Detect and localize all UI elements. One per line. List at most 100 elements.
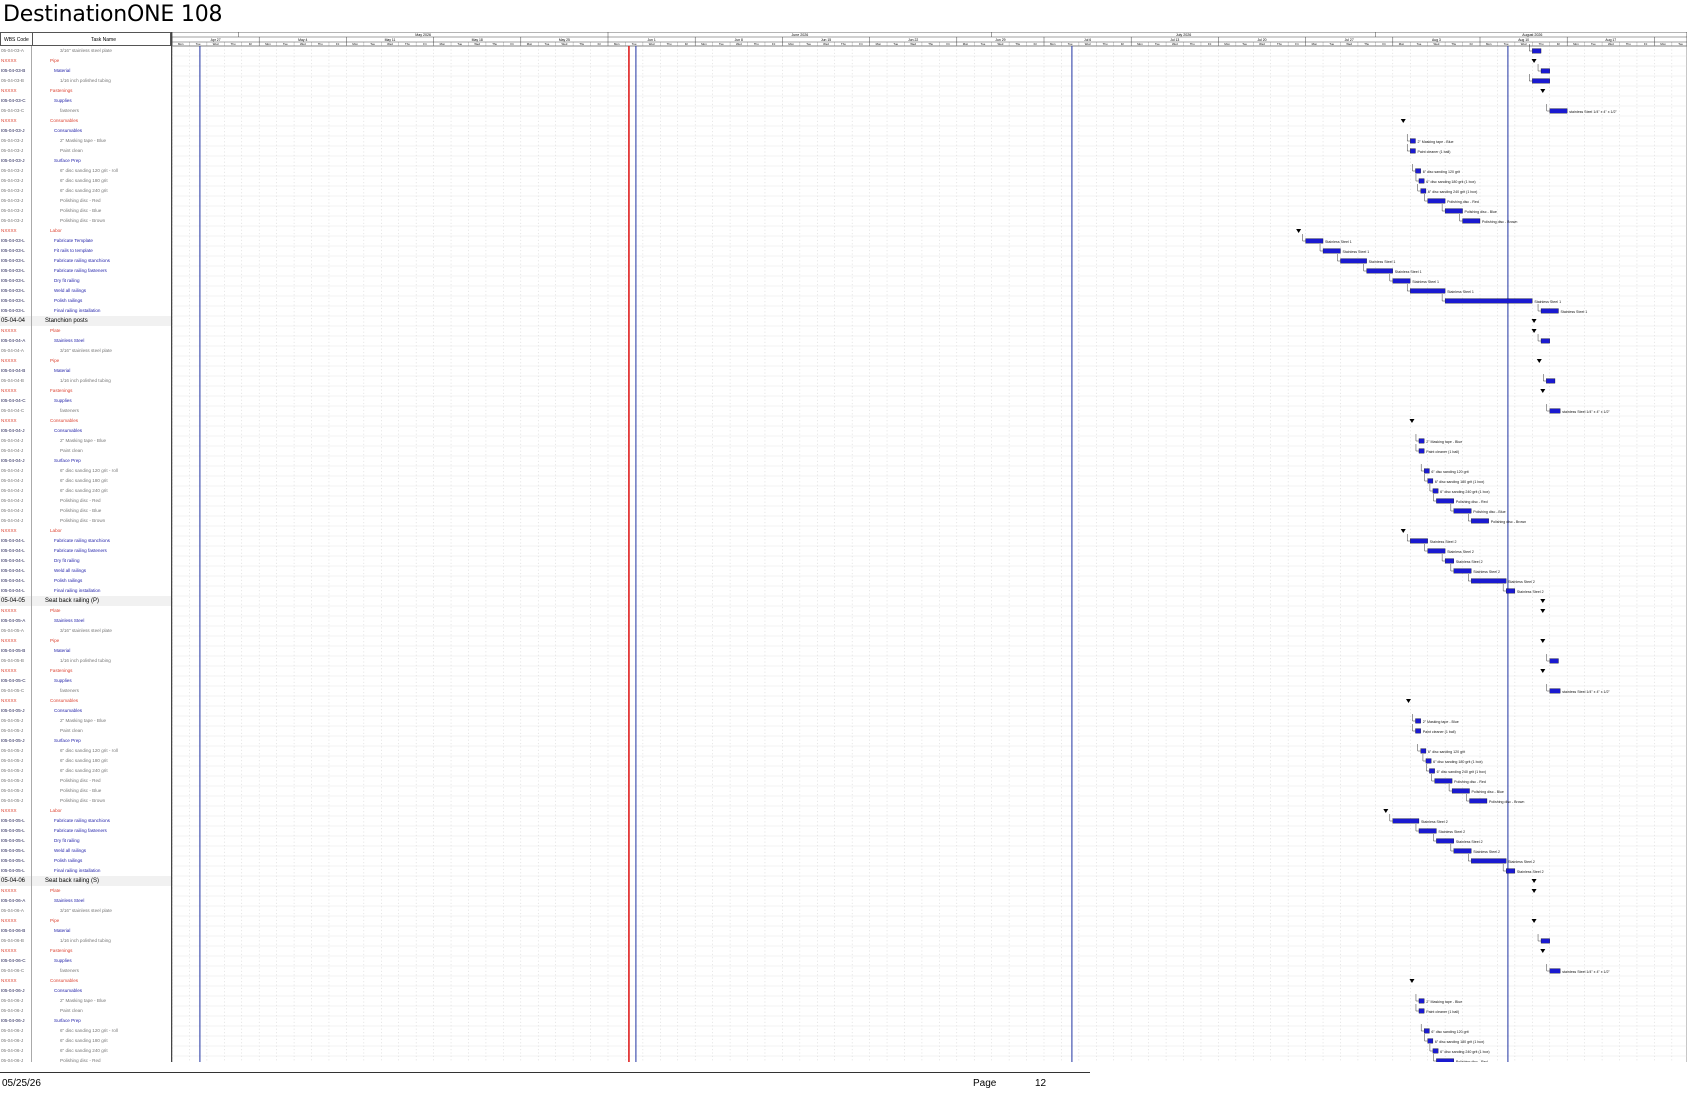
task-row[interactable]: I05-04-06-A Stainless Steel	[0, 896, 171, 906]
task-row[interactable]: NXXXX Plate	[0, 886, 171, 896]
task-row[interactable]: NXXXX Plate	[0, 606, 171, 616]
task-row[interactable]: 05-04-03-J 6" disc sanding 240 grit	[0, 186, 171, 196]
task-row[interactable]: 05-04-04-C fasteners	[0, 406, 171, 416]
task-row[interactable]: I05-04-04-J Consumables	[0, 426, 171, 436]
task-row[interactable]: 05-04-05-J 6" disc sanding 240 grit	[0, 766, 171, 776]
task-row[interactable]: 05-04-03-J Polishing disc - Red	[0, 196, 171, 206]
task-row[interactable]: 05-04-06-J 6" disc sanding 240 grit	[0, 1046, 171, 1056]
task-row[interactable]: NXXXX Fastenings	[0, 946, 171, 956]
task-row[interactable]: I05-04-04-L Final railing installation	[0, 586, 171, 596]
task-row[interactable]: 05-04-04-A 3/16" stainless steel plate	[0, 346, 171, 356]
task-row[interactable]: 05-04-03-J 6" disc sanding 180 grit	[0, 176, 171, 186]
task-row[interactable]: I05-04-05-J Surface Prep	[0, 736, 171, 746]
task-row[interactable]: 05-04-03-J Paint clean	[0, 146, 171, 156]
task-row[interactable]: NXXXX Pipe	[0, 56, 171, 66]
task-row[interactable]: I05-04-03-C Supplies	[0, 96, 171, 106]
task-row[interactable]: I05-04-03-L Final railing installation	[0, 306, 171, 316]
task-row[interactable]: I05-04-03-L Fit rails to template	[0, 246, 171, 256]
task-row[interactable]: I05-04-03-L Fabricate railing fasteners	[0, 266, 171, 276]
task-row[interactable]: 05-04-04-J 6" disc sanding 180 grit	[0, 476, 171, 486]
task-row[interactable]: 05-04-04-J 6" disc sanding 240 grit	[0, 486, 171, 496]
task-row[interactable]: NXXXX Consumables	[0, 976, 171, 986]
task-row[interactable]: 05-04-06-J Polishing disc - Red	[0, 1056, 171, 1066]
task-row[interactable]: I05-04-03-B Material	[0, 66, 171, 76]
task-row[interactable]: I05-04-04-L Polish railings	[0, 576, 171, 586]
task-row[interactable]: I05-04-03-J Surface Prep	[0, 156, 171, 166]
task-row[interactable]: I05-04-04-L Fabricate railing stanchions	[0, 536, 171, 546]
task-row[interactable]: 05-04-03-C fasteners	[0, 106, 171, 116]
task-row[interactable]: NXXXX Pipe	[0, 916, 171, 926]
task-row[interactable]: 05-04-05-J Polishing disc - Brown	[0, 796, 171, 806]
task-row[interactable]: I05-04-03-J Consumables	[0, 126, 171, 136]
task-row[interactable]: I05-04-03-L Dry fit railing	[0, 276, 171, 286]
task-row[interactable]: 05-04-06-C fasteners	[0, 966, 171, 976]
task-row[interactable]: I05-04-05-L Fabricate railing stanchions	[0, 816, 171, 826]
task-row[interactable]: I05-04-05-C Supplies	[0, 676, 171, 686]
task-row[interactable]: I05-04-05-L Final railing installation	[0, 866, 171, 876]
task-row[interactable]: 05-04-05-J 2" Masking tape - Blue	[0, 716, 171, 726]
task-row[interactable]: 05-04-05-J 6" disc sanding 180 grit	[0, 756, 171, 766]
task-row[interactable]: NXXXX Fastenings	[0, 666, 171, 676]
task-row[interactable]: I05-04-06-B Material	[0, 926, 171, 936]
task-row[interactable]: I05-04-05-L Fabricate railing fasteners	[0, 826, 171, 836]
task-row[interactable]: 05-04-03-B 1/16 inch polished tubing	[0, 76, 171, 86]
task-row[interactable]: I05-04-03-L Polish railings	[0, 296, 171, 306]
task-row[interactable]: NXXXX Labor	[0, 806, 171, 816]
task-row[interactable]: I05-04-05-J Consumables	[0, 706, 171, 716]
task-row[interactable]: 05-04-03-J Polishing disc - Brown	[0, 216, 171, 226]
task-row[interactable]: 05-04-04-B 1/16 inch polished tubing	[0, 376, 171, 386]
task-row[interactable]: 05-04-04-J Polishing disc - Red	[0, 496, 171, 506]
task-row[interactable]: I05-04-03-L Fabricate railing stanchions	[0, 256, 171, 266]
task-row[interactable]: I05-04-03-L Fabricate Template	[0, 236, 171, 246]
task-row[interactable]: I05-04-05-L Dry fit railing	[0, 836, 171, 846]
task-row[interactable]: I05-04-06-C Supplies	[0, 956, 171, 966]
task-row[interactable]: 05-04-05-C fasteners	[0, 686, 171, 696]
task-row[interactable]: 05-04-03-J 2" Masking tape - Blue	[0, 136, 171, 146]
task-row[interactable]: 05-04-06-J 2" Masking tape - Blue	[0, 996, 171, 1006]
task-row[interactable]: I05-04-05-A Stainless Steel	[0, 616, 171, 626]
task-row[interactable]: 05-04-06-J Paint clean	[0, 1006, 171, 1016]
task-row[interactable]: I05-04-04-J Surface Prep	[0, 456, 171, 466]
task-row[interactable]: 05-04-05-B 1/16 inch polished tubing	[0, 656, 171, 666]
task-row[interactable]: 05-04-03-A 3/16" stainless steel plate	[0, 46, 171, 56]
task-row[interactable]: I05-04-06-J Consumables	[0, 986, 171, 996]
task-row[interactable]: NXXXX Labor	[0, 526, 171, 536]
task-row[interactable]: I05-04-05-L Polish railings	[0, 856, 171, 866]
task-row[interactable]: 05-04-06 Seat back railing (S)	[0, 876, 171, 886]
task-row[interactable]: NXXXX Fastenings	[0, 86, 171, 96]
task-row[interactable]: 05-04-05-A 3/16" stainless steel plate	[0, 626, 171, 636]
task-row[interactable]: NXXXX Pipe	[0, 636, 171, 646]
task-row[interactable]: NXXXX Fastenings	[0, 386, 171, 396]
task-row[interactable]: 05-04-04-J 2" Masking tape - Blue	[0, 436, 171, 446]
task-row[interactable]: NXXXX Plate	[0, 326, 171, 336]
task-row[interactable]: 05-04-05-J Paint clean	[0, 726, 171, 736]
task-row[interactable]: 05-04-06-A 3/16" stainless steel plate	[0, 906, 171, 916]
task-row[interactable]: 05-04-05-J Polishing disc - Blue	[0, 786, 171, 796]
task-row[interactable]: 05-04-04-J Paint clean	[0, 446, 171, 456]
task-row[interactable]: 05-04-04-J Polishing disc - Brown	[0, 516, 171, 526]
task-row[interactable]: 05-04-05-J 6" disc sanding 120 grit - rol…	[0, 746, 171, 756]
task-row[interactable]: I05-04-04-C Supplies	[0, 396, 171, 406]
task-row[interactable]: I05-04-04-B Material	[0, 366, 171, 376]
task-row[interactable]: I05-04-03-L Weld all railings	[0, 286, 171, 296]
task-row[interactable]: NXXXX Consumables	[0, 116, 171, 126]
task-row[interactable]: 05-04-06-B 1/16 inch polished tubing	[0, 936, 171, 946]
task-row[interactable]: NXXXX Consumables	[0, 416, 171, 426]
task-row[interactable]: 05-04-05-J Polishing disc - Red	[0, 776, 171, 786]
task-row[interactable]: 05-04-04 Stanchion posts	[0, 316, 171, 326]
task-row[interactable]: NXXXX Pipe	[0, 356, 171, 366]
task-row[interactable]: 05-04-04-J Polishing disc - Blue	[0, 506, 171, 516]
task-row[interactable]: 05-04-04-J 6" disc sanding 120 grit - rol…	[0, 466, 171, 476]
task-row[interactable]: I05-04-06-J Surface Prep	[0, 1016, 171, 1026]
task-row[interactable]: I05-04-04-A Stainless Steel	[0, 336, 171, 346]
task-row[interactable]: I05-04-04-L Weld all railings	[0, 566, 171, 576]
task-row[interactable]: NXXXX Labor	[0, 226, 171, 236]
task-row[interactable]: NXXXX Consumables	[0, 696, 171, 706]
task-row[interactable]: I05-04-05-B Material	[0, 646, 171, 656]
task-row[interactable]: 05-04-03-J 6" disc sanding 120 grit - rol…	[0, 166, 171, 176]
task-row[interactable]: 05-04-05 Seat back railing (P)	[0, 596, 171, 606]
task-row[interactable]: 05-04-06-J 6" disc sanding 120 grit - rol…	[0, 1026, 171, 1036]
task-row[interactable]: I05-04-04-L Dry fit railing	[0, 556, 171, 566]
task-row[interactable]: I05-04-04-L Fabricate railing fasteners	[0, 546, 171, 556]
task-row[interactable]: I05-04-05-L Weld all railings	[0, 846, 171, 856]
